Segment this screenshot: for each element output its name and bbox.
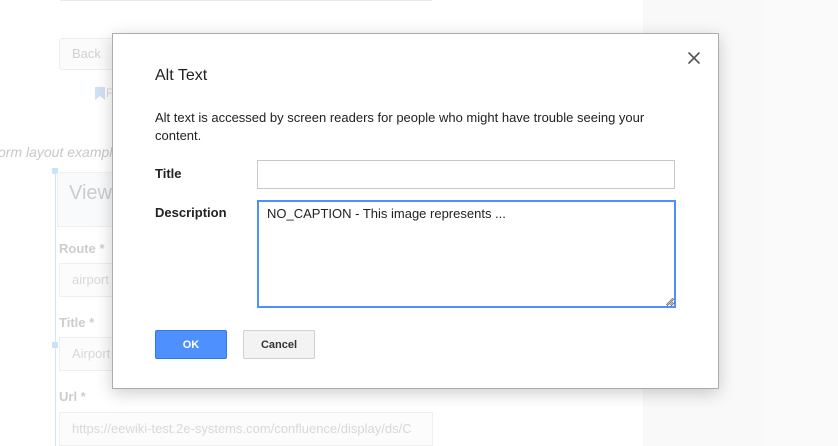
- description-field[interactable]: NO_CAPTION - This image represents ...: [257, 200, 676, 308]
- title-field[interactable]: [257, 160, 675, 189]
- dialog-description: Alt text is accessed by screen readers f…: [155, 110, 645, 143]
- description-field-label: Description: [155, 205, 227, 220]
- title-field-label: Title: [155, 166, 182, 181]
- alt-text-dialog: Alt Text Alt text is accessed by screen …: [112, 33, 719, 389]
- dialog-title: Alt Text: [155, 67, 208, 84]
- cancel-button[interactable]: Cancel: [243, 330, 315, 359]
- close-icon[interactable]: [684, 48, 704, 68]
- ok-button[interactable]: OK: [155, 330, 227, 359]
